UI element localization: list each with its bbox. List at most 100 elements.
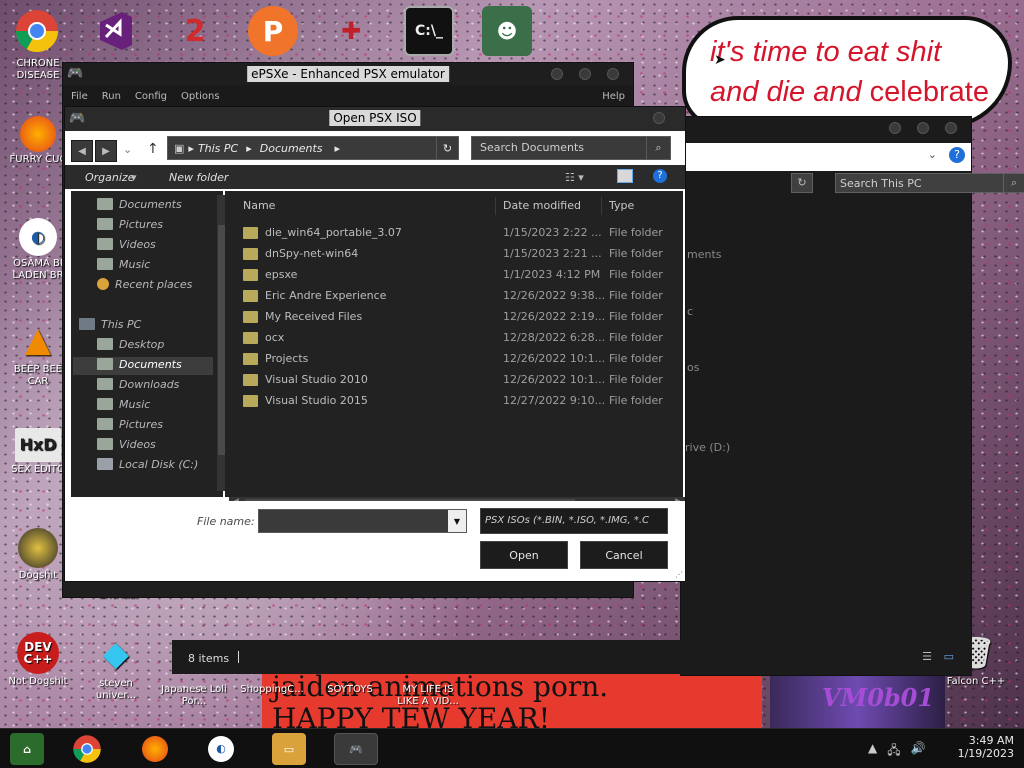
explorer-address-bar[interactable]: ⌄ ? — [681, 143, 971, 171]
up-arrow-icon[interactable]: ↑ — [147, 141, 159, 157]
maximize-button[interactable] — [917, 122, 929, 134]
search-icon[interactable]: ⌕ — [1003, 173, 1024, 193]
tree-item-documents-pc[interactable]: Documents — [97, 355, 182, 373]
taskbar-firefox-icon[interactable] — [138, 733, 172, 765]
tree-item-local-disk[interactable]: Local Disk (C:) — [97, 455, 198, 473]
explorer-titlebar[interactable] — [681, 117, 971, 139]
santa-app-icon[interactable]: ☻ — [482, 6, 532, 56]
details-view-icon[interactable]: ☰ — [922, 650, 932, 663]
taskbar-file-explorer-icon[interactable]: ▭ — [272, 733, 306, 765]
recent-dropdown-icon[interactable]: ⌄ — [123, 143, 132, 156]
address-bar[interactable]: ▣ ▸ This PC ▸ Documents ▸ ↻ — [167, 136, 459, 160]
item-count: 8 items — [188, 652, 230, 665]
desktop-icon-steven[interactable]: ◆ steven univer... — [80, 632, 152, 702]
explorer-search-input[interactable]: Search This PC — [835, 173, 1007, 193]
visual-studio-icon[interactable] — [90, 6, 140, 56]
filename-combobox[interactable]: ▼ — [258, 509, 467, 533]
tree-item-videos[interactable]: Videos — [97, 235, 156, 253]
open-iso-dialog[interactable]: 🎮 Open PSX ISO ◀ ▶ ⌄ ↑ ▣ ▸ This PC ▸ Doc… — [64, 106, 686, 582]
back-arrow-icon[interactable]: ◀ — [71, 140, 93, 162]
minimize-button[interactable] — [889, 122, 901, 134]
epsxe-title: ePSXe - Enhanced PSX emulator — [247, 66, 449, 82]
show-hidden-icons-icon[interactable]: ▲ — [868, 741, 877, 762]
breadcrumb-documents[interactable]: Documents — [260, 142, 323, 155]
tree-item-documents[interactable]: Documents — [97, 195, 182, 213]
volume-icon[interactable]: 🔊 — [911, 741, 926, 762]
tiles-view-icon[interactable]: ▭ — [944, 650, 954, 663]
taskbar-obama-icon[interactable]: ◐ — [204, 733, 238, 765]
maximize-button[interactable] — [579, 68, 591, 80]
menu-config[interactable]: Config — [135, 91, 167, 102]
dialog-titlebar[interactable]: 🎮 Open PSX ISO — [65, 107, 685, 131]
tree-item-label: Videos — [119, 437, 156, 451]
column-type[interactable]: Type — [609, 199, 634, 212]
close-button[interactable] — [607, 68, 619, 80]
tree-item-music-pc[interactable]: Music — [97, 395, 150, 413]
help-icon[interactable]: ? — [653, 169, 667, 183]
table-row[interactable]: epsxe 1/1/2023 4:12 PM File folder — [225, 265, 665, 285]
tree-item-downloads[interactable]: Downloads — [97, 375, 179, 393]
column-date-modified[interactable]: Date modified — [503, 199, 581, 212]
column-name[interactable]: Name — [243, 199, 275, 212]
search-documents-input[interactable]: Search Documents ⌕ — [471, 136, 671, 160]
network-icon[interactable]: 🖧 — [887, 741, 900, 762]
file-explorer-window[interactable]: ⌄ ? ↻ Search This PC ⌕ ments c os rive (… — [680, 116, 1024, 676]
chevron-down-icon[interactable]: ▼ — [448, 510, 466, 532]
tree-item-music[interactable]: Music — [97, 255, 150, 273]
table-row[interactable]: Visual Studio 2010 12/26/2022 10:1... File… — [225, 370, 665, 390]
folder-icon — [243, 248, 258, 260]
organize-button[interactable]: Organize — [85, 171, 134, 184]
desktop-icon-soytoys[interactable]: SOYTOYS — [314, 684, 386, 696]
resize-grip-icon[interactable]: ⋰ — [675, 570, 683, 579]
close-button[interactable] — [945, 122, 957, 134]
taskbar-chrome-icon[interactable] — [70, 733, 104, 765]
refresh-icon[interactable]: ↻ — [791, 173, 813, 193]
cmd-icon[interactable]: C:\_ — [404, 6, 454, 56]
taskbar-epsxe-icon[interactable]: 🎮 — [334, 733, 378, 765]
table-row[interactable]: die_win64_portable_3.07 1/15/2023 2:22 ..… — [225, 223, 665, 243]
tree-item-pictures-pc[interactable]: Pictures — [97, 415, 163, 433]
menu-options[interactable]: Options — [181, 91, 220, 102]
filetype-select[interactable]: PSX ISOs (*.BIN, *.ISO, *.IMG, *.C — [480, 508, 668, 534]
refresh-icon[interactable]: ↻ — [436, 137, 458, 159]
open-button[interactable]: Open — [480, 541, 568, 569]
app-2-icon[interactable]: 2 — [170, 6, 220, 56]
desktop-icon-mylife[interactable]: MY LIFE IS LIKE A VID... — [392, 684, 464, 708]
p-app-icon[interactable]: P — [248, 6, 298, 56]
table-row[interactable]: Projects 12/26/2022 10:1... File folder — [225, 349, 665, 369]
close-button[interactable] — [653, 112, 665, 124]
search-icon[interactable]: ⌕ — [646, 137, 670, 159]
tree-item-this-pc[interactable]: This PC — [79, 315, 141, 333]
table-row[interactable]: dnSpy-net-win64 1/15/2023 2:21 ... File fo… — [225, 244, 665, 264]
column-divider[interactable] — [495, 197, 496, 215]
tree-item-recent[interactable]: Recent places — [97, 275, 192, 293]
table-row[interactable]: Visual Studio 2015 12/27/2022 9:10... File… — [225, 391, 665, 411]
menu-file[interactable]: File — [71, 91, 88, 102]
menu-run[interactable]: Run — [102, 91, 121, 102]
tree-item-pictures[interactable]: Pictures — [97, 215, 163, 233]
tree-item-desktop[interactable]: Desktop — [97, 335, 164, 353]
table-row[interactable]: Eric Andre Experience 12/26/2022 9:38... F… — [225, 286, 665, 306]
tree-item-videos-pc[interactable]: Videos — [97, 435, 156, 453]
help-icon[interactable]: ? — [949, 147, 965, 163]
preview-pane-icon[interactable] — [617, 169, 633, 183]
start-button[interactable]: ⌂ — [10, 733, 44, 765]
new-folder-button[interactable]: New folder — [169, 171, 228, 184]
column-divider[interactable] — [601, 197, 602, 215]
epsxe-titlebar[interactable]: 🎮 ePSXe - Enhanced PSX emulator — [63, 63, 633, 85]
breadcrumb-this-pc[interactable]: This PC — [198, 142, 238, 155]
desktop-icon-japanese[interactable]: Japanese Loli Por... — [158, 684, 230, 708]
chrome-icon[interactable] — [12, 6, 62, 56]
view-options-icon[interactable]: ☷ ▾ — [565, 171, 584, 184]
table-row[interactable]: My Received Files 12/26/2022 2:19... File … — [225, 307, 665, 327]
cancel-button[interactable]: Cancel — [580, 541, 668, 569]
table-row[interactable]: ocx 12/28/2022 6:28... File folder — [225, 328, 665, 348]
menu-help[interactable]: Help — [602, 91, 625, 102]
chevron-down-icon[interactable]: ⌄ — [928, 148, 937, 161]
logo-app-icon[interactable]: ✚ — [326, 6, 376, 56]
minimize-button[interactable] — [551, 68, 563, 80]
clock[interactable]: 3:49 AM 1/19/2023 — [958, 734, 1014, 760]
desktop-icon-devcpp[interactable]: DEV C++ Not Dogshit — [2, 632, 74, 688]
forward-arrow-icon[interactable]: ▶ — [95, 140, 117, 162]
desktop-icon-shopping[interactable]: ShoppingC... — [236, 684, 308, 696]
